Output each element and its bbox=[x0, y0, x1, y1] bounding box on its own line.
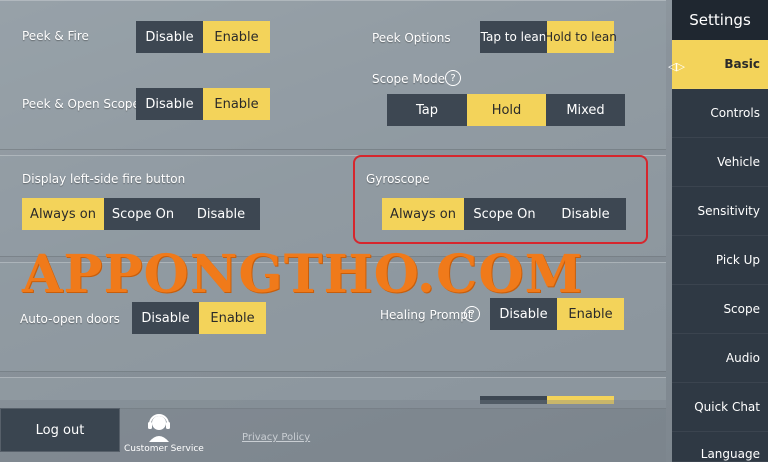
peek-open-scope-enable[interactable]: Enable bbox=[203, 88, 270, 120]
peek-fire-enable[interactable]: Enable bbox=[203, 21, 270, 53]
auto-doors-toggle: Disable Enable bbox=[132, 302, 266, 334]
left-fire-disable[interactable]: Disable bbox=[182, 198, 260, 230]
sidebar-item-audio[interactable]: Audio bbox=[672, 334, 768, 383]
peek-open-scope-toggle: Disable Enable bbox=[136, 88, 270, 120]
auto-doors-disable[interactable]: Disable bbox=[132, 302, 199, 334]
peek-fire-label: Peek & Fire bbox=[22, 29, 89, 43]
scope-mode-label: Scope Mode bbox=[372, 72, 446, 86]
scope-mode-help-icon[interactable]: ? bbox=[445, 70, 461, 86]
watermark-text: APPONGTHO.COM bbox=[22, 244, 584, 305]
left-fire-scope-on[interactable]: Scope On bbox=[104, 198, 182, 230]
left-fire-label: Display left-side fire button bbox=[22, 172, 186, 186]
sidebar-item-controls[interactable]: Controls bbox=[672, 89, 768, 138]
scope-mode-hold[interactable]: Hold bbox=[467, 94, 546, 126]
left-fire-toggle: Always on Scope On Disable bbox=[22, 198, 260, 230]
left-fire-always-on[interactable]: Always on bbox=[22, 198, 104, 230]
healing-prompt-help-icon[interactable]: ? bbox=[464, 306, 480, 322]
sidebar-item-sensitivity[interactable]: Sensitivity bbox=[672, 187, 768, 236]
sidebar-item-quick-chat[interactable]: Quick Chat bbox=[672, 383, 768, 432]
healing-prompt-label: Healing Prompt bbox=[380, 308, 473, 322]
sidebar-item-vehicle[interactable]: Vehicle bbox=[672, 138, 768, 187]
sidebar-item-basic[interactable]: Basic bbox=[672, 40, 768, 89]
sidebar-collapse-icon[interactable]: ◁▷ bbox=[668, 60, 685, 73]
gyroscope-highlight-frame bbox=[353, 155, 648, 244]
customer-service-icon[interactable] bbox=[146, 412, 172, 442]
scope-mode-tap[interactable]: Tap bbox=[387, 94, 467, 126]
peek-open-scope-disable[interactable]: Disable bbox=[136, 88, 203, 120]
sidebar-title: Settings bbox=[672, 0, 768, 40]
peek-options-label: Peek Options bbox=[372, 31, 451, 45]
scope-mode-toggle: Tap Hold Mixed bbox=[387, 94, 625, 126]
sidebar-item-scope[interactable]: Scope bbox=[672, 285, 768, 334]
peek-fire-toggle: Disable Enable bbox=[136, 21, 270, 53]
sidebar-item-pick-up[interactable]: Pick Up bbox=[672, 236, 768, 285]
scope-mode-mixed[interactable]: Mixed bbox=[546, 94, 625, 126]
auto-doors-enable[interactable]: Enable bbox=[199, 302, 266, 334]
hold-to-lean-option[interactable]: Hold to lean bbox=[544, 21, 617, 53]
customer-service-label[interactable]: Customer Service bbox=[124, 444, 204, 454]
tap-to-lean-option[interactable]: Tap to lean bbox=[480, 21, 547, 53]
peek-open-scope-label: Peek & Open Scope bbox=[22, 97, 140, 111]
auto-doors-label: Auto-open doors bbox=[20, 312, 120, 326]
privacy-policy-link[interactable]: Privacy Policy bbox=[242, 432, 310, 443]
peek-fire-disable[interactable]: Disable bbox=[136, 21, 203, 53]
peek-options-toggle: Tap to lean Hold to lean bbox=[480, 21, 617, 53]
settings-sidebar: Settings Basic Controls Vehicle Sensitiv… bbox=[672, 0, 768, 462]
logout-button[interactable]: Log out bbox=[0, 408, 120, 452]
sidebar-item-language[interactable]: Language bbox=[672, 432, 768, 462]
